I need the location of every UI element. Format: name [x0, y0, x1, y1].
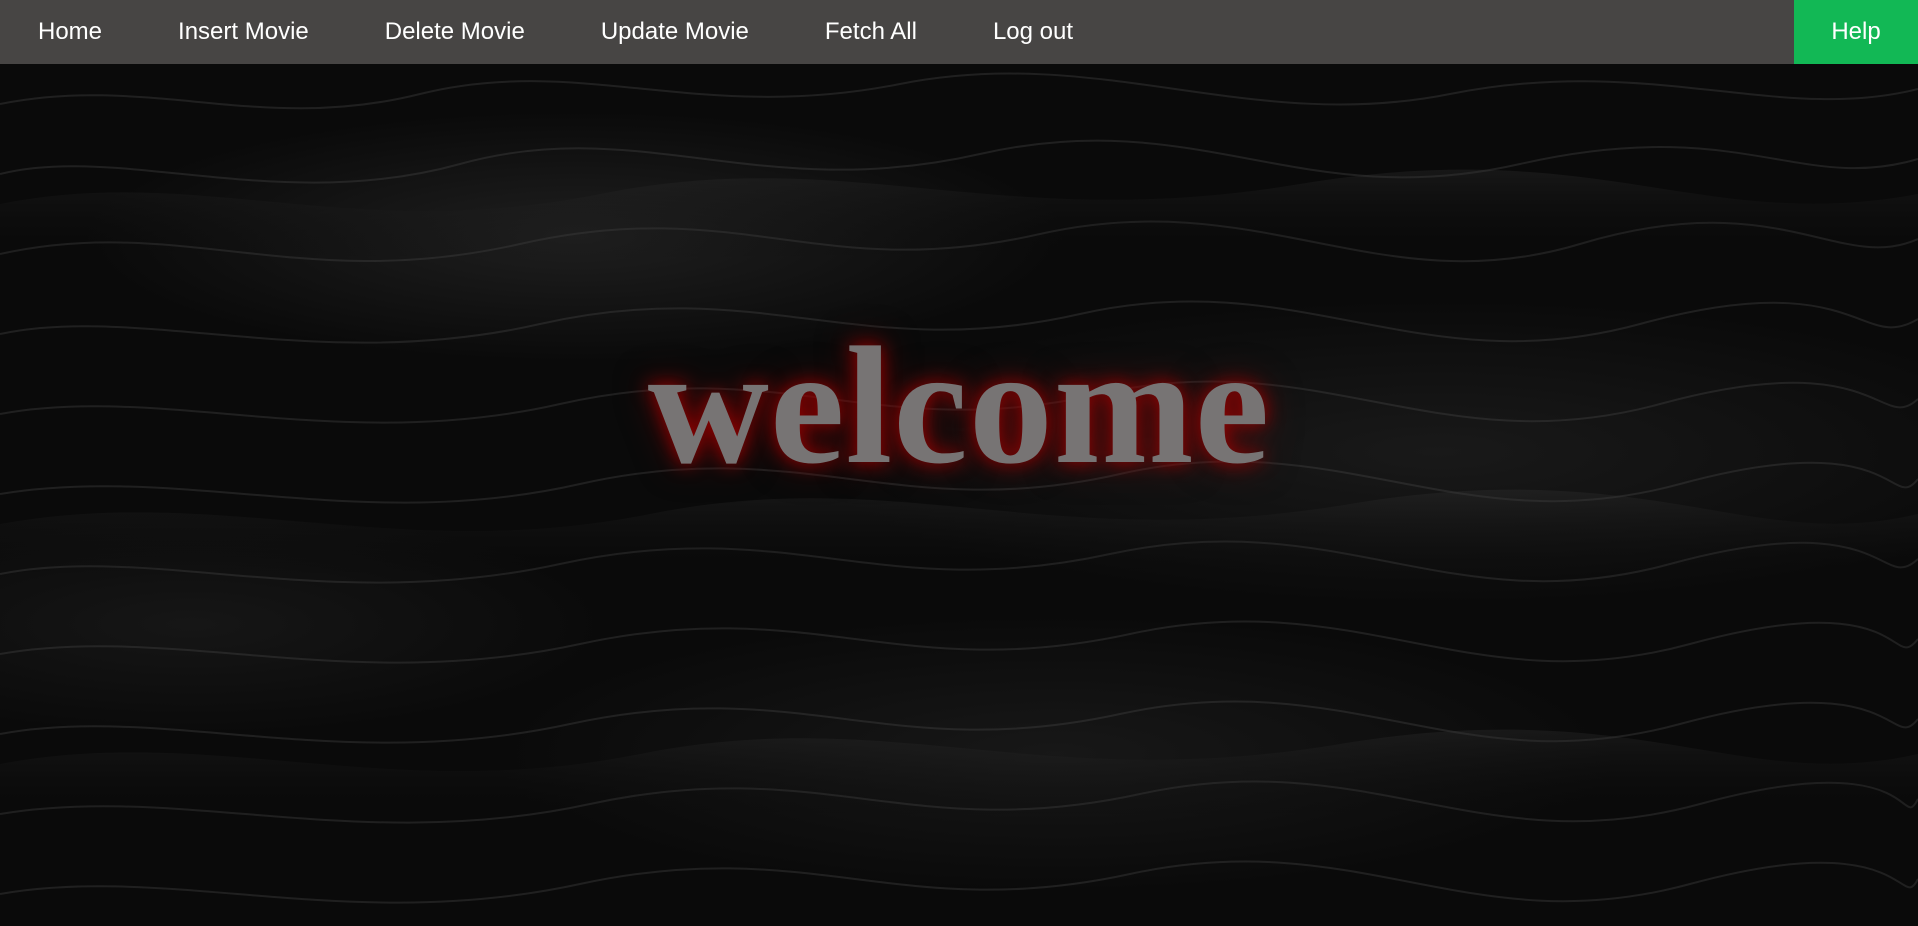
nav-delete-movie-link[interactable]: Delete Movie — [347, 0, 563, 64]
nav-insert-movie-link[interactable]: Insert Movie — [140, 0, 347, 64]
nav-update-movie-link[interactable]: Update Movie — [563, 0, 787, 64]
welcome-heading: welcome — [647, 313, 1271, 499]
nav-fetch-all-link[interactable]: Fetch All — [787, 0, 955, 64]
nav-home-link[interactable]: Home — [0, 0, 140, 64]
nav-log-out-link[interactable]: Log out — [955, 0, 1111, 64]
top-navbar: Home Insert Movie Delete Movie Update Mo… — [0, 0, 1918, 64]
nav-help-button[interactable]: Help — [1794, 0, 1918, 64]
hero-background: welcome — [0, 64, 1918, 926]
